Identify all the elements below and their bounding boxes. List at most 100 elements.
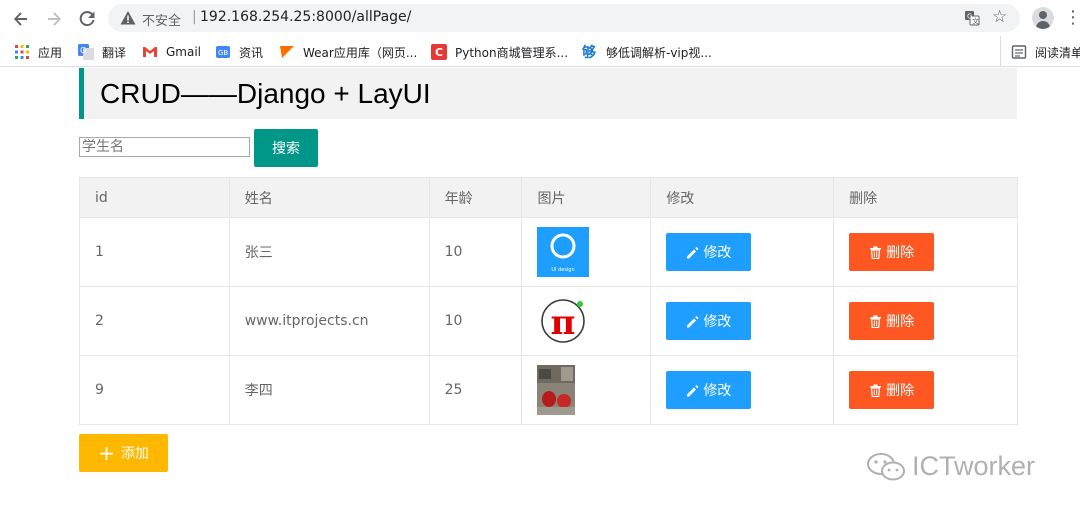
bookmark-label: 应用 [38, 45, 63, 60]
svg-text:C: C [435, 46, 443, 59]
delete-button[interactable]: 删除 [849, 302, 935, 340]
cell-delete: 删除 [833, 217, 1018, 287]
column-header-edit: 修改 [650, 177, 835, 218]
add-label: 添加 [120, 446, 149, 462]
address-bar[interactable]: 不安全 | 192.168.254.25:8000/allPage/ G文 ☆ [108, 4, 1020, 32]
bookmark-star-icon[interactable]: ☆ [992, 7, 1007, 27]
wechat-icon [867, 452, 905, 480]
delete-label: 删除 [886, 383, 915, 399]
profile-avatar-icon[interactable] [1032, 7, 1054, 29]
c-logo-icon: C [431, 44, 447, 60]
delete-button[interactable]: 删除 [849, 233, 935, 271]
forward-icon[interactable] [43, 8, 65, 30]
delete-label: 删除 [886, 314, 915, 330]
svg-text:GB: GB [218, 49, 228, 57]
svg-text:G: G [80, 46, 86, 55]
page-title: CRUD——Django + LayUI [100, 78, 431, 109]
reload-icon[interactable] [76, 8, 98, 30]
translate-icon[interactable]: G文 [964, 10, 980, 26]
url-text[interactable]: 192.168.254.25:8000/allPage/ [200, 9, 411, 25]
pencil-icon [687, 384, 699, 396]
add-button[interactable]: + 添加 [79, 434, 168, 472]
reading-list-label: 阅读清单 [1035, 45, 1080, 60]
bookmark-label: Wear应用库（网页... [303, 45, 418, 60]
search-button[interactable]: 搜索 [254, 129, 318, 167]
bookmark-python-shop[interactable]: C Python商城管理系... [431, 42, 568, 62]
cell-age: 10 [428, 286, 523, 356]
edit-button[interactable]: 修改 [666, 371, 752, 409]
bookmarks-bar: 应用 G 翻译 Gmail GB 资讯 Wear应用库（网页... C Pyth… [0, 36, 1080, 67]
student-table: id 姓名 年龄 图片 修改 删除 1 张三 10 UI design 修改 删… [79, 177, 1018, 425]
edit-button[interactable]: 修改 [666, 302, 752, 340]
url-separator: | [192, 9, 197, 25]
column-header-id: id [79, 177, 230, 218]
gou-icon: 够 [581, 44, 598, 61]
bookmark-gmail[interactable]: Gmail [142, 42, 201, 62]
bookmark-label: 翻译 [102, 45, 127, 60]
cell-age: 10 [428, 217, 523, 287]
svg-text:够: 够 [582, 44, 596, 60]
edit-label: 修改 [703, 314, 732, 330]
table-header-row: id 姓名 年龄 图片 修改 删除 [79, 177, 1018, 218]
cell-edit: 修改 [650, 355, 835, 425]
trash-icon [870, 315, 882, 328]
svg-text:π: π [551, 303, 576, 343]
bookmark-label: 够低调解析-vip视... [606, 45, 712, 60]
cell-name: 李四 [228, 355, 430, 425]
bookmark-news[interactable]: GB 资讯 [215, 42, 263, 62]
bookmark-label: 资讯 [239, 45, 264, 60]
browser-menu-icon[interactable]: ⋮ [1064, 6, 1080, 30]
page-header: CRUD——Django + LayUI [79, 68, 1017, 119]
apps-grid-icon [14, 44, 30, 60]
delete-button[interactable]: 删除 [849, 371, 935, 409]
watermark-text: ICTworker [912, 451, 1036, 481]
pencil-icon [687, 246, 699, 258]
cell-id: 2 [79, 286, 230, 356]
cell-edit: 修改 [650, 217, 835, 287]
cell-name: www.itprojects.cn [228, 286, 430, 356]
cell-delete: 删除 [833, 286, 1018, 356]
cell-age: 25 [428, 355, 523, 425]
search-input[interactable] [79, 137, 250, 157]
cell-id: 9 [79, 355, 230, 425]
bookmark-translate[interactable]: G 翻译 [78, 42, 126, 62]
wear-icon [279, 44, 295, 60]
reading-list-item[interactable]: 阅读清单 [1011, 42, 1080, 62]
warning-icon[interactable] [120, 10, 136, 26]
pencil-icon [687, 315, 699, 327]
column-header-age: 年龄 [428, 177, 523, 218]
bookmark-wear[interactable]: Wear应用库（网页... [279, 42, 417, 62]
edit-label: 修改 [703, 245, 732, 261]
bookmark-apps[interactable]: 应用 [14, 42, 62, 62]
bookmark-label: Python商城管理系... [455, 45, 569, 60]
column-header-image: 图片 [521, 177, 652, 218]
edit-button[interactable]: 修改 [666, 233, 752, 271]
browser-toolbar: 不安全 | 192.168.254.25:8000/allPage/ G文 ☆ … [0, 0, 1080, 36]
cell-delete: 删除 [833, 355, 1018, 425]
delete-label: 删除 [886, 245, 915, 261]
cell-name: 张三 [228, 217, 430, 287]
photo-image [537, 365, 576, 415]
page-content: CRUD——Django + LayUI 搜索 id 姓名 年龄 图片 修改 删… [0, 68, 1080, 516]
watermark: ICTworker [866, 451, 1035, 482]
pi-logo-image: π [537, 296, 590, 346]
column-header-name: 姓名 [228, 177, 430, 218]
cell-edit: 修改 [650, 286, 835, 356]
reading-list[interactable]: 阅读清单 [1000, 36, 1080, 67]
cell-image: π [521, 286, 652, 356]
table-row: 2 www.itprojects.cn 10 π 修改 删除 [79, 286, 1018, 356]
google-translate-icon: G [78, 44, 94, 60]
news-icon: GB [215, 44, 231, 60]
bookmark-label: Gmail [166, 45, 202, 59]
security-label[interactable]: 不安全 [142, 10, 181, 29]
column-header-delete: 删除 [833, 177, 1018, 218]
cell-image: UI design [521, 217, 652, 287]
ui-design-logo-image: UI design [537, 227, 590, 277]
edit-label: 修改 [703, 383, 732, 399]
cell-image [521, 355, 652, 425]
table-row: 9 李四 25 修改 删除 [79, 355, 1018, 425]
svg-text:文: 文 [972, 17, 979, 26]
back-icon[interactable] [10, 8, 32, 30]
reading-list-icon [1011, 44, 1027, 60]
bookmark-gou[interactable]: 够 够低调解析-vip视... [581, 42, 712, 62]
